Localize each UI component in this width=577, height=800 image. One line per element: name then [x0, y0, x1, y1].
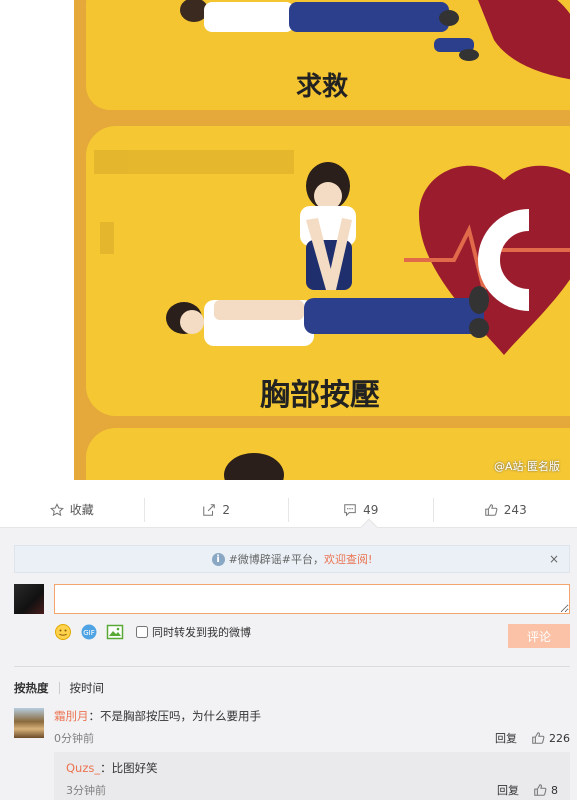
close-icon[interactable]: × [549, 552, 559, 566]
comment-icon [344, 503, 356, 517]
info-icon: i [211, 552, 225, 566]
reply-time: 3分钟前 [66, 784, 106, 797]
reply-item: Quzs_：比图好笑 3分钟前 回复 8 [54, 752, 570, 800]
comment-input[interactable] [54, 584, 570, 614]
comment-time: 0分钟前 [54, 732, 94, 745]
repost-icon [203, 503, 216, 516]
divider [14, 666, 570, 667]
reply-to-reply-button[interactable]: 回复 [497, 782, 519, 798]
notice-link[interactable]: 欢迎查阅! [324, 551, 372, 567]
comment-like-count: 226 [549, 731, 570, 745]
comment-body: ：不是胸部按压吗，为什么要用手 [88, 709, 262, 723]
thumbs-up-icon [485, 503, 498, 516]
poster-label-cpr: 胸部按壓 [260, 378, 380, 413]
submit-comment-button[interactable]: 评论 [508, 624, 570, 648]
reply-body: ：比图好笑 [100, 761, 158, 775]
reply-like-count: 8 [551, 783, 558, 797]
composer-tools: GIF 同时转发到我的微博 [54, 622, 251, 642]
comment-button[interactable]: 49 [289, 497, 434, 522]
comment-actions: 回复 226 [495, 730, 570, 746]
repost-option-label: 同时转发到我的微博 [152, 626, 251, 639]
comment-item: 霜刖月：不是胸部按压吗，为什么要用手 0分钟前 回复 226 [14, 708, 570, 748]
emoji-icon[interactable] [54, 623, 72, 641]
svg-text:GIF: GIF [83, 629, 95, 637]
comment-like-button[interactable]: 226 [531, 731, 570, 745]
tab-sort-time[interactable]: 按时间 [70, 680, 105, 696]
repost-option[interactable]: 同时转发到我的微博 [136, 624, 251, 640]
repost-count: 2 [222, 502, 231, 517]
favorite-label: 收藏 [69, 503, 94, 517]
reply-like-button[interactable]: 8 [533, 783, 558, 797]
favorite-button[interactable]: 收藏 [0, 497, 145, 522]
comment-sort-tabs: 按热度 按时间 [14, 680, 104, 696]
gif-icon[interactable]: GIF [80, 623, 98, 641]
commenter-avatar[interactable] [14, 708, 44, 738]
image-watermark: @A站·匿名版 [493, 460, 560, 473]
comment-text-line: 霜刖月：不是胸部按压吗，为什么要用手 [54, 708, 261, 724]
notice-text: #微博辟谣#平台， [228, 553, 324, 566]
rumor-notice-bar: i #微博辟谣#平台， 欢迎查阅! × [14, 545, 570, 573]
star-icon [49, 502, 64, 516]
tab-sort-heat[interactable]: 按热度 [14, 680, 49, 696]
repost-checkbox[interactable] [136, 626, 148, 638]
post-image[interactable]: 求救 胸部按壓 @A站·匿名版 [74, 0, 570, 480]
commenter-name[interactable]: 霜刖月 [54, 709, 89, 723]
thumbs-up-icon [534, 784, 547, 796]
reply-button[interactable]: 回复 [495, 730, 517, 746]
reply-text-line: Quzs_：比图好笑 [66, 760, 158, 776]
thumbs-up-icon [532, 732, 545, 744]
comment-count: 49 [363, 502, 379, 517]
like-button[interactable]: 243 [434, 498, 577, 522]
reply-actions: 回复 8 [497, 782, 558, 798]
like-count: 243 [503, 502, 527, 517]
tab-separator [58, 682, 60, 694]
image-upload-icon[interactable] [106, 623, 124, 641]
current-user-avatar[interactable] [14, 584, 44, 614]
poster-label-help: 求救 [296, 72, 349, 102]
replier-name[interactable]: Quzs_ [66, 761, 100, 775]
repost-button[interactable]: 2 [145, 497, 289, 522]
post-action-bar: 收藏 2 49 243 [0, 492, 577, 528]
